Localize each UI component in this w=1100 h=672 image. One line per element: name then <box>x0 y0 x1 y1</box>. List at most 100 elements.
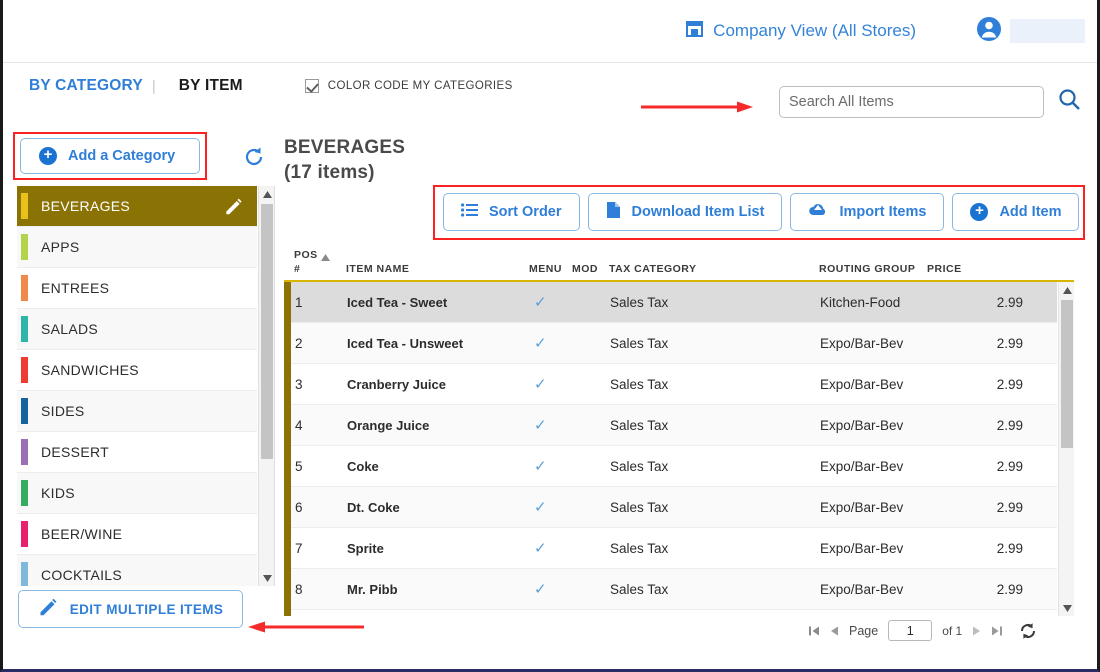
edit-category-pencil-icon[interactable] <box>224 197 243 221</box>
sort-order-button[interactable]: Sort Order <box>443 193 580 231</box>
category-color-swatch <box>21 234 28 260</box>
table-row[interactable]: 4 Orange Juice ✓ Sales Tax Expo/Bar-Bev 2.99 <box>291 405 1057 446</box>
cell-item-name: Iced Tea - Unsweet <box>347 336 464 351</box>
category-scrollbar[interactable] <box>258 186 274 586</box>
scroll-up-arrow-icon[interactable] <box>1059 282 1074 298</box>
add-item-button[interactable]: + Add Item <box>952 193 1080 231</box>
user-account-area[interactable] <box>976 16 1085 47</box>
sidebar-category-salads[interactable]: SALADS <box>17 309 257 350</box>
cell-routing-group: Expo/Bar-Bev <box>820 459 904 474</box>
sidebar-category-beverages[interactable]: BEVERAGES <box>17 186 257 227</box>
cell-item-name: Coke <box>347 459 379 474</box>
cell-tax-category: Sales Tax <box>610 541 669 556</box>
scrollbar-thumb[interactable] <box>261 204 273 459</box>
color-code-categories-checkbox[interactable]: COLOR CODE MY CATEGORIES <box>304 79 513 93</box>
annotation-arrow-search <box>641 100 753 113</box>
table-row[interactable]: 5 Coke ✓ Sales Tax Expo/Bar-Bev 2.99 <box>291 446 1057 487</box>
refresh-icon[interactable] <box>1019 622 1037 640</box>
table-row[interactable]: 3 Cranberry Juice ✓ Sales Tax Expo/Bar-Bev 2.… <box>291 364 1057 405</box>
column-header-tax-category[interactable]: TAX CATEGORY <box>609 263 696 275</box>
column-header-pos-num[interactable]: # <box>294 263 300 275</box>
sidebar-category-beer-wine[interactable]: BEER/WINE <box>17 514 257 555</box>
table-row[interactable]: 6 Dt. Coke ✓ Sales Tax Expo/Bar-Bev 2.99 <box>291 487 1057 528</box>
column-header-menu[interactable]: MENU <box>529 263 562 275</box>
scroll-down-arrow-icon[interactable] <box>259 570 275 586</box>
cell-tax-category: Sales Tax <box>610 500 669 515</box>
pencil-icon <box>38 597 58 622</box>
category-color-swatch <box>21 357 28 383</box>
cell-pos: 6 <box>295 500 303 515</box>
cell-pos: 7 <box>295 541 303 556</box>
item-toolbar: Sort Order Download Item List Import Ite… <box>443 193 1080 231</box>
top-header-bar: Company View (All Stores) <box>3 0 1097 63</box>
page-number-input[interactable] <box>888 620 933 641</box>
search-icon[interactable] <box>1058 88 1081 116</box>
category-color-swatch <box>21 439 28 465</box>
sort-ascending-icon[interactable] <box>321 252 330 264</box>
cell-pos: 1 <box>295 295 303 310</box>
tab-by-item[interactable]: BY ITEM <box>179 77 243 95</box>
cloud-upload-icon <box>808 202 828 222</box>
category-color-swatch <box>21 480 28 506</box>
refresh-category-icon[interactable] <box>243 146 265 173</box>
column-header-pos[interactable]: POS <box>294 249 318 261</box>
company-view-label: Company View (All Stores) <box>713 21 916 40</box>
add-category-label: Add a Category <box>68 148 176 164</box>
sidebar-category-dessert[interactable]: DESSERT <box>17 432 257 473</box>
sidebar-category-sandwiches[interactable]: SANDWICHES <box>17 350 257 391</box>
category-title: BEVERAGES <box>284 137 406 158</box>
last-page-icon[interactable] <box>991 625 1003 637</box>
sidebar-category-entrees[interactable]: ENTREES <box>17 268 257 309</box>
table-row[interactable]: 8 Mr. Pibb ✓ Sales Tax Expo/Bar-Bev 2.99 <box>291 569 1057 610</box>
cell-menu-check: ✓ <box>534 294 547 311</box>
color-code-label: COLOR CODE MY CATEGORIES <box>327 80 513 92</box>
plus-circle-icon: + <box>39 147 57 165</box>
import-items-label: Import Items <box>839 204 927 220</box>
category-label: ENTREES <box>41 280 110 296</box>
table-body: 1 Iced Tea - Sweet ✓ Sales Tax Kitchen-Food 2… <box>284 282 1074 616</box>
column-header-routing-group[interactable]: ROUTING GROUP <box>819 263 915 275</box>
table-scrollbar[interactable] <box>1058 282 1074 616</box>
tab-divider: | <box>151 77 156 95</box>
sidebar-category-apps[interactable]: APPS <box>17 227 257 268</box>
cell-menu-check: ✓ <box>534 499 547 516</box>
cell-item-name: Iced Tea - Sweet <box>347 295 448 310</box>
sidebar-category-kids[interactable]: KIDS <box>17 473 257 514</box>
next-page-icon[interactable] <box>972 625 981 637</box>
table-row[interactable]: 2 Iced Tea - Unsweet ✓ Sales Tax Expo/Bar-Be… <box>291 323 1057 364</box>
category-label: DESSERT <box>41 444 109 460</box>
search-input[interactable] <box>779 86 1044 118</box>
tab-by-category[interactable]: BY CATEGORY <box>29 77 143 95</box>
column-header-mod[interactable]: MOD <box>572 263 598 275</box>
cell-menu-check: ✓ <box>534 540 547 557</box>
column-header-item-name[interactable]: ITEM NAME <box>346 263 409 275</box>
scrollbar-thumb[interactable] <box>1061 300 1073 448</box>
import-items-button[interactable]: Import Items <box>790 193 945 231</box>
table-header-row: POS # ITEM NAME MENU MOD TAX CATEGORY RO… <box>284 248 1074 282</box>
cell-routing-group: Expo/Bar-Bev <box>820 500 904 515</box>
cell-menu-check: ✓ <box>534 335 547 352</box>
company-view-link[interactable]: Company View (All Stores) <box>685 20 916 42</box>
download-item-list-button[interactable]: Download Item List <box>587 193 783 231</box>
column-header-price[interactable]: PRICE <box>927 263 962 275</box>
scroll-up-arrow-icon[interactable] <box>259 186 275 202</box>
sidebar-category-cocktails[interactable]: COCKTAILS <box>17 555 257 586</box>
cell-pos: 4 <box>295 418 303 433</box>
sort-order-label: Sort Order <box>489 204 562 220</box>
first-page-icon[interactable] <box>808 625 820 637</box>
cell-routing-group: Expo/Bar-Bev <box>820 418 904 433</box>
prev-page-icon[interactable] <box>830 625 839 637</box>
items-table: POS # ITEM NAME MENU MOD TAX CATEGORY RO… <box>284 248 1074 616</box>
cell-item-name: Mr. Pibb <box>347 582 398 597</box>
add-category-button[interactable]: + Add a Category <box>20 138 200 174</box>
sidebar-category-sides[interactable]: SIDES <box>17 391 257 432</box>
edit-multiple-items-button[interactable]: EDIT MULTIPLE ITEMS <box>18 590 243 628</box>
cell-item-name: Cranberry Juice <box>347 377 446 392</box>
checkbox-icon[interactable] <box>304 79 319 93</box>
user-avatar-icon[interactable] <box>976 16 1002 47</box>
table-row[interactable]: 1 Iced Tea - Sweet ✓ Sales Tax Kitchen-Food 2… <box>291 282 1057 323</box>
table-row[interactable]: 7 Sprite ✓ Sales Tax Expo/Bar-Bev 2.99 <box>291 528 1057 569</box>
download-item-list-label: Download Item List <box>631 204 765 220</box>
category-sidebar: BEVERAGES APPS ENTREES SALADS SANDWICHES SIDE… <box>17 186 275 586</box>
scroll-down-arrow-icon[interactable] <box>1059 600 1074 616</box>
